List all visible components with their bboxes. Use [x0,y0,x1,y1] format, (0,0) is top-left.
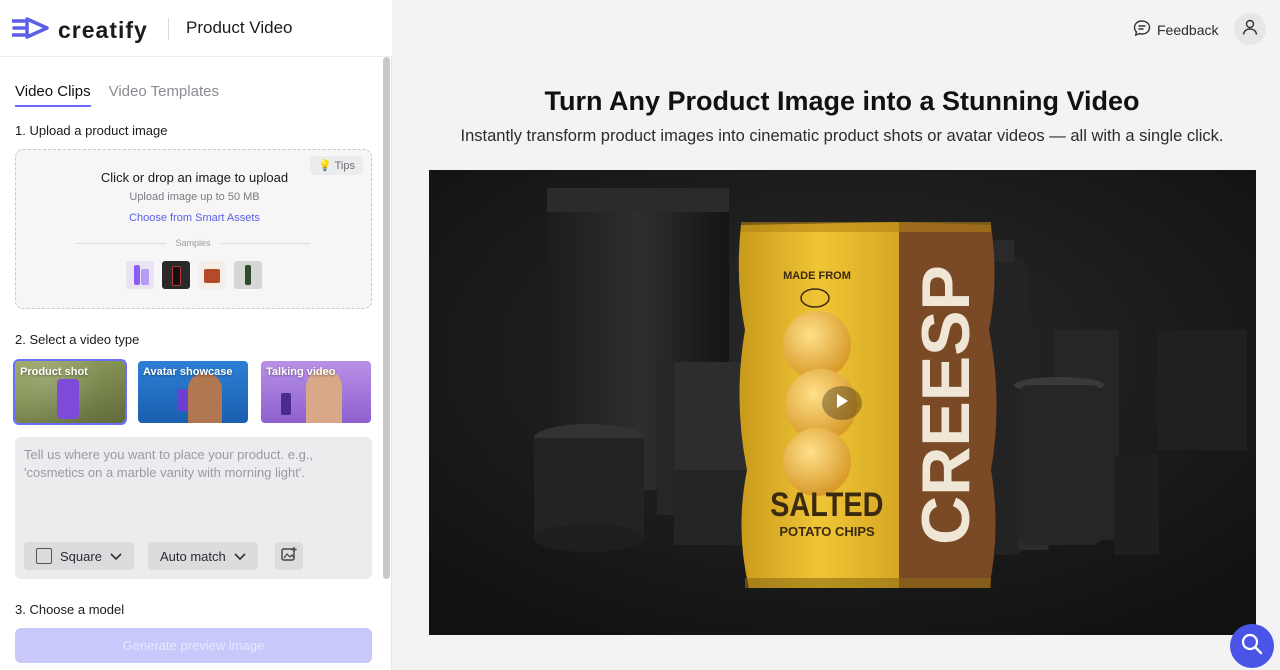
user-avatar[interactable] [1234,13,1266,45]
settings-scroll-area: Video Clips Video Templates 1. Upload a … [0,57,392,670]
step3-label: 3. Choose a model [15,602,125,617]
feedback-button[interactable]: Feedback [1133,19,1218,40]
tab-video-templates[interactable]: Video Templates [109,83,219,107]
dropzone-size-hint: Upload image up to 50 MB [129,191,260,203]
bag-potato-chips-text: POTATO CHIPS [779,524,875,539]
step1-label: 1. Upload a product image [15,123,168,138]
bag-brand-text: CREESP [908,265,984,545]
sample-thumb[interactable] [198,261,226,289]
bag-made-from-text: MADE FROM [783,270,851,282]
page-title: Product Video [186,18,293,37]
match-value: Auto match [160,548,226,564]
match-select[interactable]: Auto match [148,542,258,570]
play-icon [835,393,849,414]
image-plus-icon [281,546,297,567]
video-type-avatar-showcase[interactable]: Avatar showcase [138,361,248,423]
mode-tabs: Video Clips Video Templates [15,83,219,107]
aspect-ratio-select[interactable]: Square [24,542,134,570]
generate-preview-button[interactable]: Generate preview image [15,628,372,663]
chat-bubble-icon [1133,19,1151,40]
user-icon [1241,18,1259,41]
video-type-options: Product shot Avatar showcase Talking vid… [13,359,371,425]
aspect-ratio-value: Square [60,548,102,564]
add-reference-image-button[interactable] [275,542,303,570]
play-button[interactable] [822,386,862,420]
video-type-product-shot[interactable]: Product shot [13,359,127,425]
topbar-divider [168,18,169,40]
tab-video-clips[interactable]: Video Clips [15,83,91,107]
logo[interactable]: creatify [10,16,148,45]
sample-thumb[interactable] [126,261,154,289]
step2-label: 2. Select a video type [15,332,140,347]
bag-salted-text: SALTED [770,485,883,524]
square-ratio-icon [36,548,52,564]
search-fab-button[interactable] [1230,624,1274,668]
hero-subline: Instantly transform product images into … [460,127,1224,145]
prompt-placeholder[interactable]: Tell us where you want to place your pro… [24,446,344,482]
brand-name: creatify [58,17,148,43]
left-panel: creatify Product Video Video Clips Video… [0,0,392,670]
samples-label: Samples [175,238,211,248]
video-type-talking-video[interactable]: Talking video [261,361,371,423]
chevron-down-icon [110,549,122,564]
hero-headline: Turn Any Product Image into a Stunning V… [544,86,1140,116]
sample-thumbnails [126,261,262,289]
video-type-label: Product shot [20,366,88,378]
video-type-label: Talking video [266,366,336,378]
chevron-down-icon [234,549,246,564]
smart-assets-link[interactable]: Choose from Smart Assets [16,212,373,224]
sample-thumb[interactable] [162,261,190,289]
video-type-label: Avatar showcase [143,366,233,378]
dropzone-title: Click or drop an image to upload [100,170,289,185]
samples-divider: Samples [76,238,311,248]
scrollbar-thumb[interactable] [383,57,390,579]
image-dropzone[interactable]: 💡 Tips Click or drop an image to upload … [15,149,372,309]
creatify-logo-icon [10,16,50,45]
search-icon [1240,632,1264,661]
feedback-label: Feedback [1157,21,1219,38]
sample-thumb[interactable] [234,261,262,289]
top-bar: creatify Product Video [0,0,392,57]
prompt-box[interactable]: Tell us where you want to place your pro… [15,437,372,579]
